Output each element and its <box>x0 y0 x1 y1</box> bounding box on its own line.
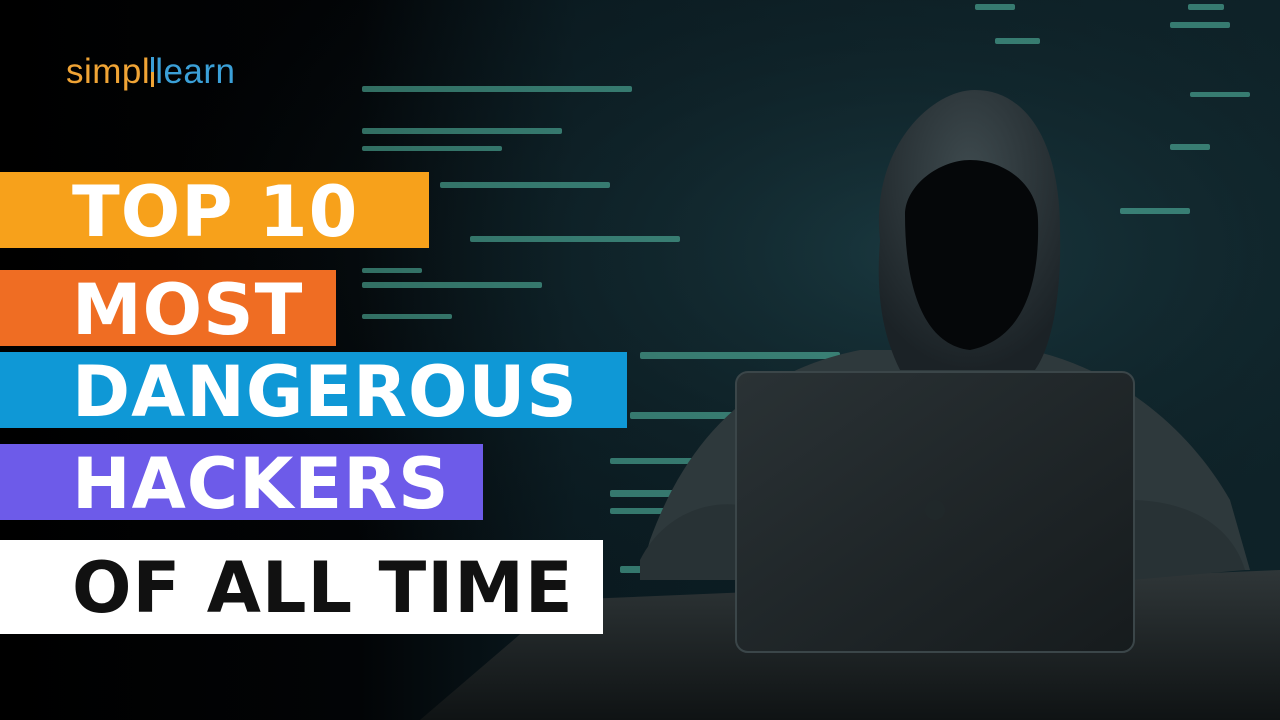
logo-text-part1: simpl <box>66 52 151 91</box>
title-band-5: OF ALL TIME <box>0 540 603 634</box>
title-line-1: TOP 10 <box>72 171 359 253</box>
title-band-1: TOP 10 <box>0 171 429 253</box>
title-band-2: MOST <box>0 269 336 351</box>
title-line-3: DANGEROUS <box>72 351 578 433</box>
title-band-4: HACKERS <box>0 443 483 525</box>
title-line-4: HACKERS <box>72 443 450 525</box>
logo-divider <box>151 57 155 87</box>
title-line-5: OF ALL TIME <box>72 547 574 629</box>
title-line-2: MOST <box>72 269 304 351</box>
logo-text-part2: learn <box>155 52 236 91</box>
title-band-3: DANGEROUS <box>0 351 627 433</box>
laptop <box>735 371 1135 653</box>
simplilearn-logo: simpl learn <box>66 52 236 92</box>
